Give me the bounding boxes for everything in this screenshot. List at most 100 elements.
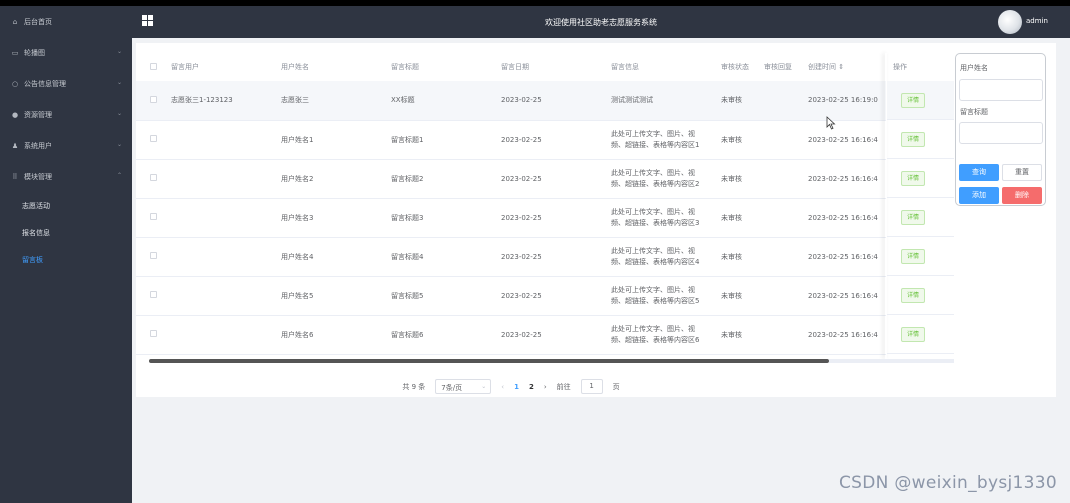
image-icon: ▭ <box>11 48 19 57</box>
sidebar-subitem-label: 报名信息 <box>22 228 50 237</box>
page-size-select[interactable]: 7条/页 ⌄ <box>435 379 492 394</box>
page-size-value: 7条/页 <box>441 384 463 392</box>
sidebar-item-system-user[interactable]: ♟ 系统用户 ⌄ <box>0 130 132 161</box>
sidebar-item-label: 公告信息管理 <box>24 79 66 88</box>
detail-button[interactable]: 详情 <box>901 131 925 147</box>
cell-name: 用户姓名5 <box>281 276 391 316</box>
select-all-checkbox[interactable] <box>150 62 157 70</box>
cell-name: 用户姓名1 <box>281 120 391 160</box>
column-header: 留言标题 <box>391 63 419 71</box>
sidebar-item-notice[interactable]: ○ 公告信息管理 ⌄ <box>0 68 132 99</box>
detail-button[interactable]: 详情 <box>901 248 925 264</box>
next-page-button[interactable]: › <box>544 383 547 391</box>
sidebar: ⌂ 后台首页 ▭ 轮播图 ⌄ ○ 公告信息管理 ⌄ ● 资源管理 ⌄ ♟ 系统用… <box>0 6 132 503</box>
cell-user: 志愿张三1-123123 <box>171 81 281 121</box>
goto-page-input[interactable]: 1 <box>580 379 603 394</box>
sidebar-item-label: 资源管理 <box>24 110 52 119</box>
prev-page-button[interactable]: ‹ <box>501 383 504 391</box>
sidebar-item-carousel[interactable]: ▭ 轮播图 ⌄ <box>0 37 132 68</box>
cell-reply <box>764 81 808 121</box>
sidebar-subitem-label: 留言板 <box>22 255 43 264</box>
horizontal-scrollbar-thumb[interactable] <box>149 359 829 363</box>
action-header: 操作 <box>893 63 907 71</box>
table-row[interactable]: 用户姓名3 留言标题3 2023-02-25 此处可上传文字、图片、视 频、超链接… <box>136 198 886 238</box>
info-line: 此处可上传文字、图片、视 <box>611 324 695 333</box>
goto-prefix: 前往 <box>556 382 571 391</box>
cell-title: 留言标题1 <box>391 120 501 160</box>
cell-created: 2023-02-25 16:16:4 <box>808 120 880 160</box>
info-line: 频、超链接、表格等内容区6 <box>611 335 700 344</box>
column-header: 审核回复 <box>764 63 792 71</box>
cell-reply <box>764 159 808 199</box>
name-search-input[interactable] <box>959 79 1043 101</box>
cell-date: 2023-02-25 <box>501 237 611 277</box>
page-title: 欢迎使用社区助老志愿服务系统 <box>545 18 657 27</box>
reset-button[interactable]: 重置 <box>1002 164 1042 181</box>
sidebar-subitem-registration[interactable]: 报名信息 <box>0 219 132 246</box>
detail-button[interactable]: 详情 <box>901 92 925 108</box>
cell-name: 用户姓名3 <box>281 198 391 238</box>
add-button[interactable]: 添加 <box>959 187 999 204</box>
row-checkbox[interactable] <box>150 135 157 142</box>
cell-created: 2023-02-25 16:16:4 <box>808 237 880 277</box>
sidebar-item-home[interactable]: ⌂ 后台首页 <box>0 6 132 37</box>
cell-date: 2023-02-25 <box>501 276 611 316</box>
table-row[interactable]: 用户姓名1 留言标题1 2023-02-25 此处可上传文字、图片、视 频、超链接… <box>136 120 886 160</box>
row-checkbox[interactable] <box>150 95 157 103</box>
watermark-text: CSDN @weixin_bysj1330 <box>839 473 1058 493</box>
detail-button[interactable]: 详情 <box>901 170 925 186</box>
column-header-sortable[interactable]: 创建时间 ⇕ <box>808 53 880 81</box>
avatar[interactable] <box>998 10 1022 34</box>
table-row[interactable]: 用户姓名5 留言标题5 2023-02-25 此处可上传文字、图片、视 频、超链接… <box>136 276 886 316</box>
search-panel: 用户姓名 留言标题 查询 重置 添加 删除 <box>955 53 1046 206</box>
main-content: 留言用户 用户姓名 留言标题 留言日期 留言信息 审核状态 审核回复 创建时间 … <box>132 38 1070 503</box>
column-header: 用户姓名 <box>281 63 309 71</box>
detail-button[interactable]: 详情 <box>901 209 925 225</box>
row-checkbox[interactable] <box>150 330 157 337</box>
chevron-down-icon: ⌄ <box>481 383 487 390</box>
top-header: 欢迎使用社区助老志愿服务系统 admin <box>132 6 1070 38</box>
cell-status: 未审核 <box>721 81 764 121</box>
title-search-input[interactable] <box>959 122 1043 144</box>
cell-info: 此处可上传文字、图片、视 频、超链接、表格等内容区5 <box>611 276 721 316</box>
delete-button[interactable]: 删除 <box>1002 187 1042 204</box>
cell-reply <box>764 120 808 160</box>
table-row[interactable]: 志愿张三1-123123 志愿张三 XX标题 2023-02-25 测试测试测试… <box>136 81 886 121</box>
sidebar-subitem-message-board[interactable]: 留言板 <box>0 246 132 273</box>
query-button[interactable]: 查询 <box>959 164 999 181</box>
page-number-2[interactable]: 2 <box>529 383 534 391</box>
sidebar-subitem-volunteer-activity[interactable]: 志愿活动 <box>0 192 132 219</box>
pagination: 共 9 条 7条/页 ⌄ ‹ 1 2 › 前往 1 页 <box>136 379 886 394</box>
table-row[interactable]: 用户姓名6 留言标题6 2023-02-25 此处可上传文字、图片、视 频、超链接… <box>136 315 886 355</box>
detail-button[interactable]: 详情 <box>901 326 925 342</box>
table-row[interactable]: 用户姓名2 留言标题2 2023-02-25 此处可上传文字、图片、视 频、超链接… <box>136 159 886 199</box>
row-checkbox[interactable] <box>150 213 157 220</box>
info-line: 此处可上传文字、图片、视 <box>611 246 695 255</box>
chevron-down-icon: ⌄ <box>116 79 122 86</box>
sidebar-item-module[interactable]: ⠿ 模块管理 ⌃ <box>0 161 132 192</box>
username[interactable]: admin <box>1026 17 1048 25</box>
cell-info: 此处可上传文字、图片、视 频、超链接、表格等内容区1 <box>611 120 721 160</box>
row-checkbox[interactable] <box>150 252 157 259</box>
row-checkbox[interactable] <box>150 174 157 181</box>
sidebar-subitem-label: 志愿活动 <box>22 201 50 210</box>
cell-reply <box>764 315 808 355</box>
horizontal-scrollbar-track[interactable] <box>829 359 954 363</box>
cell-info: 此处可上传文字、图片、视 频、超链接、表格等内容区2 <box>611 159 721 199</box>
row-checkbox[interactable] <box>150 291 157 298</box>
cell-name: 志愿张三 <box>281 81 391 121</box>
page-number-1[interactable]: 1 <box>514 383 519 391</box>
resource-icon: ● <box>11 110 19 119</box>
cell-info: 此处可上传文字、图片、视 频、超链接、表格等内容区4 <box>611 237 721 277</box>
sidebar-item-resource[interactable]: ● 资源管理 ⌄ <box>0 99 132 130</box>
chevron-down-icon: ⌄ <box>116 48 122 55</box>
table-panel: 留言用户 用户姓名 留言标题 留言日期 留言信息 审核状态 审核回复 创建时间 … <box>136 43 1056 397</box>
detail-button[interactable]: 详情 <box>901 287 925 303</box>
name-label: 用户姓名 <box>960 64 988 72</box>
cell-title: 留言标题5 <box>391 276 501 316</box>
chevron-down-icon: ⌄ <box>116 141 122 148</box>
table-row[interactable]: 用户姓名4 留言标题4 2023-02-25 此处可上传文字、图片、视 频、超链接… <box>136 237 886 277</box>
column-header: 审核状态 <box>721 63 749 71</box>
cell-created: 2023-02-25 16:16:4 <box>808 315 880 355</box>
chevron-down-icon: ⌄ <box>116 110 122 117</box>
